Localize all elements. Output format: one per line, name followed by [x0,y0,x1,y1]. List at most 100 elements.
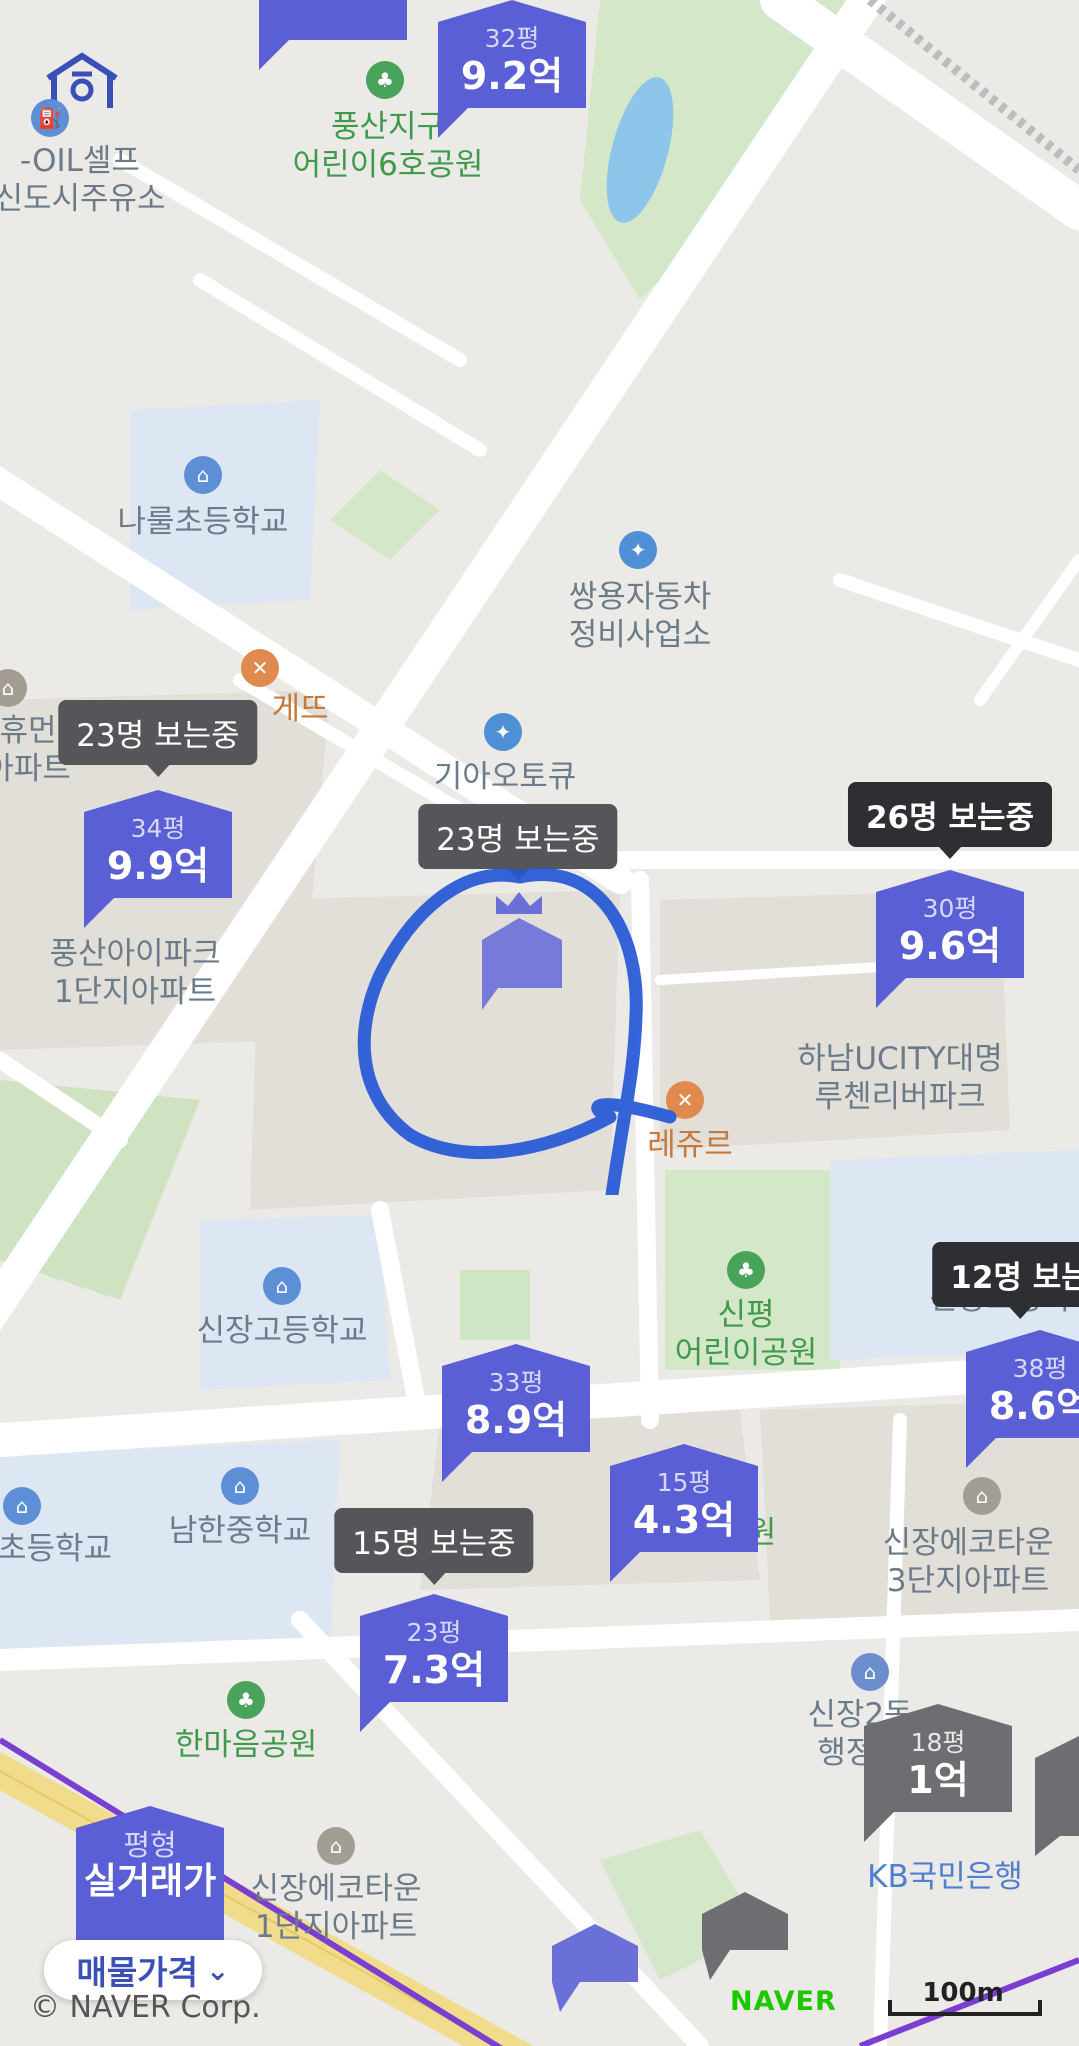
price-type-label: 매물가격 [76,1953,198,1992]
scale-bar [888,2000,1042,2016]
badge-pointer [938,847,961,859]
marker-roof [442,1344,590,1366]
poi-line1: 초등학교 [0,1531,113,1567]
viewing-badge[interactable]: 12명 보는 [932,1242,1079,1319]
poi-line1: 신장에코타운 [250,1871,422,1907]
government-icon[interactable]: ⌂ [851,1653,889,1691]
viewing-text: 23명 보는중 [76,718,240,754]
poi-ssangyong[interactable]: 쌍용자동차 정비사업소 [569,578,712,654]
restaurant-icon[interactable]: ✕ [241,649,279,687]
marker-price: 1억 [907,1758,969,1802]
marker-pyeong: 38평 [1012,1354,1068,1383]
poi-line1: 신장에코타운 [882,1525,1054,1561]
poi-line2: 1단지아파트 [53,974,217,1010]
marker-pyeong: 18평 [910,1728,966,1757]
poi-namhan-middle[interactable]: 남한중학교 [169,1512,312,1550]
poi-hanmaeum-park[interactable]: 한마음공원 [175,1726,318,1764]
viewing-badge[interactable]: 26명 보는중 [847,782,1053,859]
marker-tail [610,1552,640,1582]
marker-price: 9.9억 [106,844,210,888]
viewing-badge[interactable]: 15명 보는중 [334,1508,534,1585]
poi-kb-bank[interactable]: KB국민은행 [867,1858,1023,1896]
price-marker-small[interactable] [550,1922,640,2012]
marker-roof [438,0,586,22]
poi-line1: 기아오토큐 [433,759,577,795]
poi-line1: 남한중학교 [168,1513,312,1549]
repair-icon[interactable]: ✦ [619,531,657,569]
chevron-down-icon: ⌄ [205,1953,230,1987]
marker-body: 23평 7.3억 [360,1616,508,1702]
poi-sinpyeong-park[interactable]: 신평 어린이공원 [675,1296,818,1372]
marker-pyeong: 33평 [488,1368,544,1397]
poi-sinjang-highschool[interactable]: 신장고등학교 [196,1312,367,1350]
poi-ecotown-1[interactable]: 신장에코타운 1단지아파트 [250,1870,421,1946]
price-marker[interactable]: 38평 8.6억 [966,1330,1079,1468]
marker-price: 9.2억 [460,54,564,98]
marker-roof [360,1594,508,1616]
poi-line1: -OIL셀프 [20,143,140,179]
marker-price: 9.6억 [898,924,1002,968]
price-marker-small[interactable] [700,1890,790,1980]
price-marker[interactable]: 34평 9.9억 [84,790,232,928]
poi-gas-station[interactable]: -OIL셀프 신도시주유소 [0,142,166,218]
price-marker-partial[interactable] [1030,1736,1079,1876]
poi-line2: 1단지아파트 [254,1909,418,1945]
viewing-text: 26명 보는중 [865,800,1035,836]
price-marker-sold[interactable]: 18평 1억 [864,1704,1012,1842]
marker-price: 8.6억 [988,1384,1079,1428]
viewing-text: 15명 보는중 [352,1526,516,1562]
school-icon[interactable]: ⌂ [184,456,222,494]
marker-pyeong: 15평 [656,1468,712,1497]
poi-line1: 쌍용자동차 [568,579,712,615]
price-marker[interactable]: 33평 8.9억 [442,1344,590,1482]
badge-pointer [146,765,169,777]
school-icon[interactable]: ⌂ [263,1267,301,1305]
marker-price: 7.3억 [382,1648,486,1692]
poi-narul-elementary[interactable]: 나룰초등학교 [117,503,288,541]
viewing-text: 12명 보는 [950,1260,1079,1296]
repair-icon[interactable]: ✦ [484,713,522,751]
poi-kia-autoq[interactable]: 기아오토큐 [434,758,577,796]
marker-roof [966,1330,1079,1352]
hand-drawn-circle [357,868,677,1195]
park-icon[interactable]: ♣ [727,1251,765,1289]
park-icon[interactable]: ♣ [227,1681,265,1719]
filter-legend-marker[interactable]: 평형 실거래가 [76,1806,224,1944]
poi-line1: 풍산아이파크 [49,936,221,972]
marker-tail [84,898,114,928]
price-marker[interactable]: 15평 4.3억 [610,1444,758,1582]
marker-body: 15평 4.3억 [610,1466,758,1552]
price-marker[interactable]: 23평 7.3억 [360,1594,508,1732]
viewing-badge[interactable]: 23명 보는중 [58,700,258,777]
poi-line2: 3단지아파트 [886,1563,1050,1599]
marker-body: 38평 8.6억 [966,1352,1079,1438]
school-icon[interactable]: ⌂ [3,1487,41,1525]
poi-ucity-daemyung[interactable]: 하남UCITY대명 루첸리버파크 [797,1040,1002,1116]
marker-tail [864,1812,894,1842]
school-icon[interactable]: ⌂ [221,1467,259,1505]
marker-tail [259,40,289,70]
badge-pointer [422,1573,445,1585]
marker-roof [876,870,1024,892]
marker-body: 34평 9.9억 [84,812,232,898]
map-scale: 100m [888,1978,1042,2016]
marker-body: 평형 실거래가 [76,1828,224,1944]
badge-pointer [1009,1307,1031,1319]
naver-logo: NAVER [730,1986,837,2017]
marker-pyeong: 23평 [406,1618,462,1647]
apartment-icon[interactable]: ⌂ [963,1477,1001,1515]
poi-ecotown-3[interactable]: 신장에코타운 3단지아파트 [882,1524,1053,1600]
price-marker[interactable] [259,0,407,70]
poi-restaurant-getteu[interactable]: 게뜨 [271,690,328,728]
poi-elementary[interactable]: 초등학교 [0,1530,112,1568]
poi-pungsan-ipark[interactable]: 풍산아이파크 1단지아파트 [49,935,220,1011]
marker-tail [876,978,906,1008]
price-marker[interactable]: 32평 9.2억 [438,0,586,138]
poi-line2: 신도시주유소 [0,181,166,217]
marker-roof [84,790,232,812]
marker-roof [864,1704,1012,1726]
poi-line1: KB국민은행 [867,1859,1023,1895]
apartment-icon[interactable]: ⌂ [317,1827,355,1865]
price-marker[interactable]: 30평 9.6억 [876,870,1024,1008]
gas-station-icon[interactable]: ⛽ [31,99,69,137]
